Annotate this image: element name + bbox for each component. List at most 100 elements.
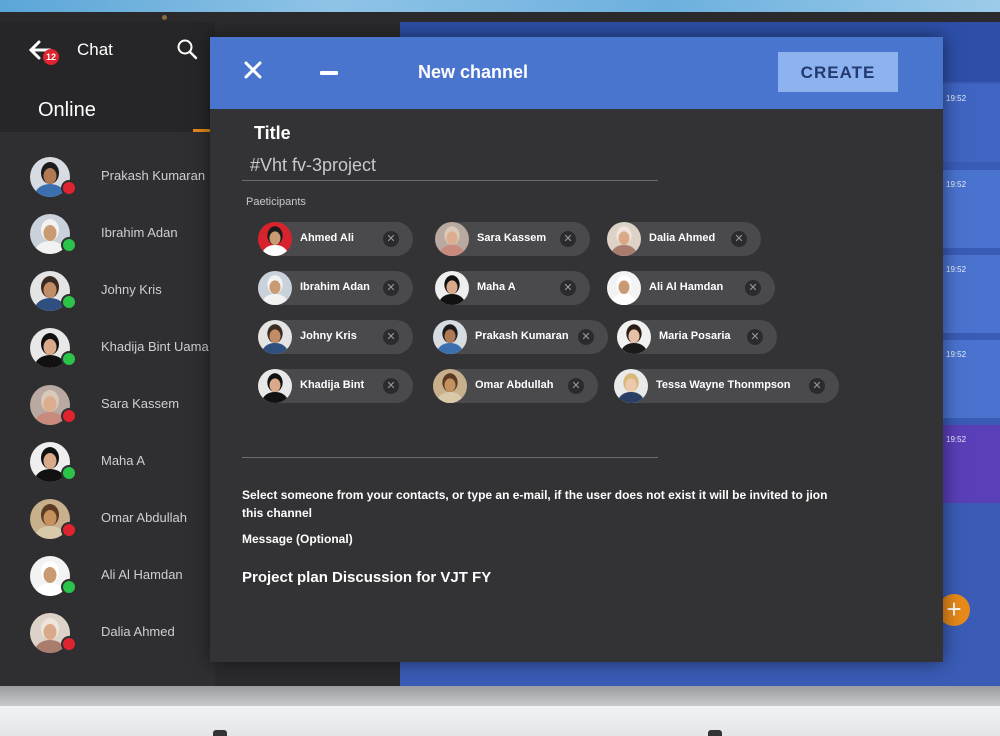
avatar <box>258 320 292 354</box>
avatar <box>258 271 292 305</box>
avatar <box>258 222 292 256</box>
status-indicator <box>61 294 77 310</box>
monitor-bottom-bezel <box>0 686 1000 706</box>
webcam-dot <box>162 15 167 20</box>
create-button[interactable]: CREATE <box>778 52 898 92</box>
message-timestamp: 19:52 <box>946 265 967 274</box>
status-indicator <box>61 522 77 538</box>
remove-participant-icon[interactable]: ✕ <box>809 378 825 394</box>
avatar <box>607 222 641 256</box>
tab-online[interactable]: Online <box>38 99 96 122</box>
avatar <box>435 222 469 256</box>
participants-label: Paeticipants <box>246 196 306 208</box>
avatar <box>433 369 467 403</box>
contact-row[interactable]: Ibrahim Adan <box>0 209 215 259</box>
contact-row[interactable]: Prakash Kumaran <box>0 152 215 202</box>
remove-participant-icon[interactable]: ✕ <box>747 329 763 345</box>
status-indicator <box>61 465 77 481</box>
participant-name: Ali Al Hamdan <box>649 281 724 293</box>
remove-participant-icon[interactable]: ✕ <box>578 329 594 345</box>
contact-name: Maha A <box>101 453 146 468</box>
contact-row[interactable]: Dalia Ahmed <box>0 608 215 658</box>
participant-chip: Tessa Wayne Thonmpson ✕ <box>614 369 839 403</box>
contact-name: Ibrahim Adan <box>101 225 178 240</box>
remove-participant-icon[interactable]: ✕ <box>383 280 399 296</box>
chat-sidebar-header: 12 Chat Online <box>0 22 215 132</box>
desk-surface <box>0 706 1000 736</box>
remove-participant-icon[interactable]: ✕ <box>745 280 761 296</box>
remove-participant-icon[interactable]: ✕ <box>568 378 584 394</box>
remove-participant-icon[interactable]: ✕ <box>383 231 399 247</box>
participant-name: Dalia Ahmed <box>649 232 716 244</box>
participant-name: Ahmed Ali <box>300 232 354 244</box>
title-label: Title <box>254 123 291 143</box>
notification-badge: 12 <box>43 49 59 65</box>
participant-name: Omar Abdullah <box>475 379 554 391</box>
dialog-header: New channel CREATE <box>210 37 943 109</box>
participant-chip: Ahmed Ali ✕ <box>258 222 413 256</box>
avatar <box>617 320 651 354</box>
participant-chip: Prakash Kumaran ✕ <box>433 320 608 354</box>
avatar <box>435 271 469 305</box>
remove-participant-icon[interactable]: ✕ <box>560 231 576 247</box>
status-indicator <box>61 351 77 367</box>
minimize-icon[interactable] <box>320 71 338 75</box>
participant-name: Ibrahim Adan <box>300 281 370 293</box>
dialog-title: New channel <box>418 62 529 82</box>
participant-name: Sara Kassem <box>477 232 547 244</box>
desktop-wallpaper-strip <box>0 0 1000 12</box>
avatar <box>607 271 641 305</box>
participants-divider <box>242 457 658 458</box>
avatar <box>614 369 648 403</box>
invite-hint-text: Select someone from your contacts, or ty… <box>242 488 828 520</box>
participant-chip: Khadija Bint ✕ <box>258 369 413 403</box>
monitor-foot-right <box>708 730 722 736</box>
contact-name: Omar Abdullah <box>101 510 187 525</box>
chat-title: Chat <box>77 40 113 59</box>
close-icon[interactable] <box>243 59 267 83</box>
message-label: Message (Optional) <box>242 532 353 546</box>
avatar <box>258 369 292 403</box>
remove-participant-icon[interactable]: ✕ <box>731 231 747 247</box>
message-input[interactable] <box>242 566 842 588</box>
monitor-top-bezel <box>0 12 1000 22</box>
participant-chip: Maria Posaria ✕ <box>617 320 777 354</box>
contact-row[interactable]: Maha A <box>0 437 215 487</box>
status-indicator <box>61 237 77 253</box>
contact-name: Sara Kassem <box>101 396 180 411</box>
contact-name: Johny Kris <box>101 282 162 297</box>
participant-name: Khadija Bint <box>300 379 365 391</box>
contact-name: Prakash Kumaran <box>101 168 206 183</box>
remove-participant-icon[interactable]: ✕ <box>383 378 399 394</box>
participant-name: Tessa Wayne Thonmpson <box>656 379 791 391</box>
message-timestamp: 19:52 <box>946 180 967 189</box>
status-indicator <box>61 408 77 424</box>
contact-row[interactable]: Ali Al Hamdan <box>0 551 215 601</box>
chat-sidebar: 12 Chat Online Prakash Kumaran Ibrahim Ad… <box>0 22 215 686</box>
message-timestamp: 19:52 <box>946 435 967 444</box>
status-indicator <box>61 180 77 196</box>
contact-name: Ali Al Hamdan <box>101 567 183 582</box>
participant-chip: Maha A ✕ <box>435 271 590 305</box>
message-timestamp: 19:52 <box>946 94 967 103</box>
channel-title-input[interactable] <box>242 151 658 181</box>
participant-name: Johny Kris <box>300 330 357 342</box>
contact-row[interactable]: Omar Abdullah <box>0 494 215 544</box>
contact-row[interactable]: Khadija Bint Uama <box>0 323 215 373</box>
participant-name: Maha A <box>477 281 516 293</box>
avatar <box>433 320 467 354</box>
contact-row[interactable]: Johny Kris <box>0 266 215 316</box>
new-channel-dialog: New channel CREATE Title Paeticipants Ah… <box>210 37 943 662</box>
contact-row[interactable]: Sara Kassem <box>0 380 215 430</box>
app-screen: 12 Chat Online Prakash Kumaran Ibrahim Ad… <box>0 22 1000 686</box>
status-indicator <box>61 636 77 652</box>
search-icon[interactable] <box>176 38 198 60</box>
remove-participant-icon[interactable]: ✕ <box>383 329 399 345</box>
contact-name: Dalia Ahmed <box>101 624 175 639</box>
remove-participant-icon[interactable]: ✕ <box>560 280 576 296</box>
participant-chip: Johny Kris ✕ <box>258 320 413 354</box>
participant-name: Maria Posaria <box>659 330 731 342</box>
status-indicator <box>61 579 77 595</box>
participant-name: Prakash Kumaran <box>475 330 569 342</box>
participant-chip: Dalia Ahmed ✕ <box>607 222 761 256</box>
